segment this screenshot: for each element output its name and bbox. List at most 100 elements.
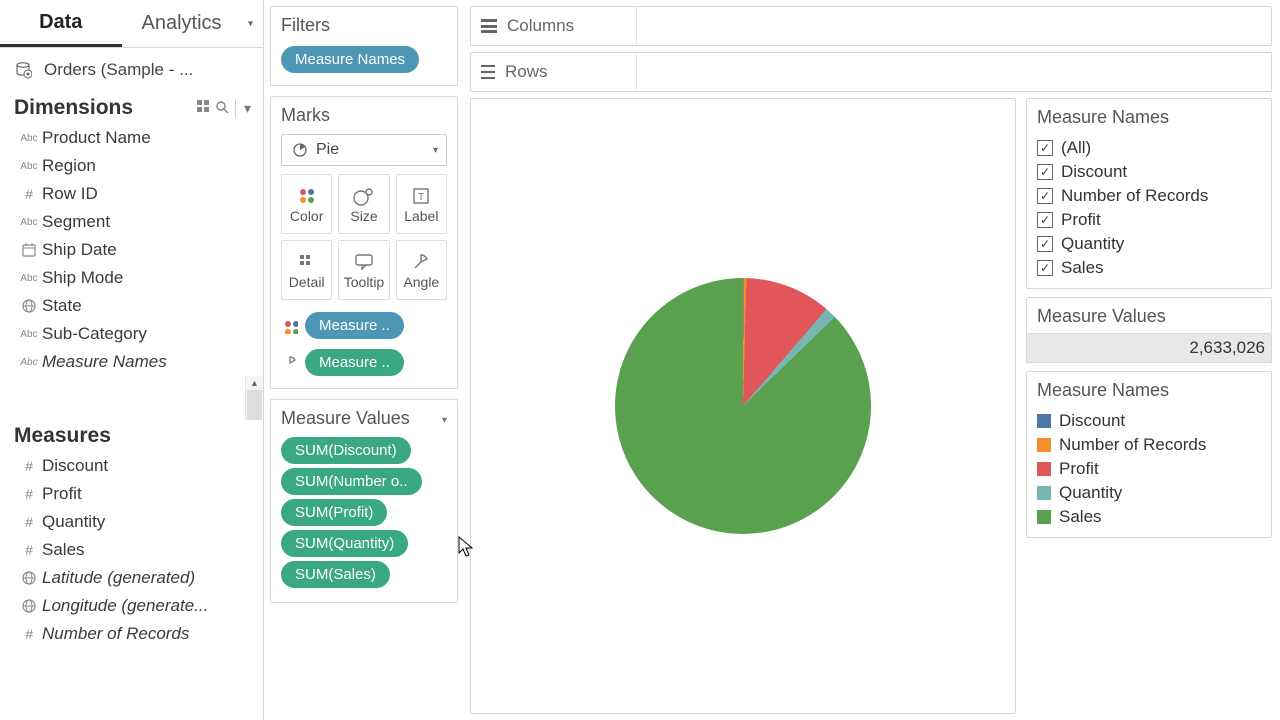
color-swatch: [1037, 438, 1051, 452]
dimensions-header: Dimensions: [14, 96, 197, 120]
dimension-field[interactable]: #Row ID: [0, 180, 263, 208]
scroll-thumb[interactable]: [247, 390, 262, 420]
field-type-icon: Abc: [16, 133, 42, 144]
view-grid-icon[interactable]: [197, 100, 209, 117]
filters-title: Filters: [281, 15, 447, 36]
measure-field[interactable]: #Sales: [0, 536, 263, 564]
field-type-icon: [16, 299, 42, 313]
color-icon: [297, 184, 317, 208]
columns-icon: [481, 19, 497, 33]
measure-value-pill[interactable]: SUM(Profit): [281, 499, 387, 526]
rows-icon: [481, 65, 495, 79]
measure-field[interactable]: #Quantity: [0, 508, 263, 536]
field-type-icon: #: [16, 186, 42, 202]
pie-icon: [292, 142, 308, 158]
mark-color-button[interactable]: Color: [281, 174, 332, 234]
dimension-field[interactable]: AbcMeasure Names: [0, 348, 263, 376]
color-swatch: [1037, 486, 1051, 500]
tab-data[interactable]: Data: [0, 0, 122, 47]
marks-title: Marks: [281, 105, 447, 126]
dimension-field[interactable]: AbcRegion: [0, 152, 263, 180]
field-type-icon: Abc: [16, 273, 42, 284]
field-type-icon: [16, 599, 42, 613]
dropdown-caret-icon: ▾: [248, 18, 253, 29]
svg-text:T: T: [418, 192, 424, 203]
mark-angle-button[interactable]: Angle: [396, 240, 447, 300]
mark-pill[interactable]: Measure ..: [305, 312, 404, 339]
measure-field[interactable]: #Profit: [0, 480, 263, 508]
filter-pill-measure-names[interactable]: Measure Names: [281, 46, 419, 73]
filter-checkbox-row[interactable]: ✓Number of Records: [1037, 184, 1261, 208]
label-icon: T: [412, 184, 430, 208]
legend-item[interactable]: Profit: [1037, 457, 1261, 481]
dimension-field[interactable]: AbcProduct Name: [0, 124, 263, 152]
measure-field[interactable]: Longitude (generate...: [0, 592, 263, 620]
field-type-icon: #: [16, 514, 42, 530]
measure-value-pill[interactable]: SUM(Sales): [281, 561, 390, 588]
main-area: Columns Rows Measure Names ✓(All)✓Discou…: [464, 0, 1280, 720]
legend-item[interactable]: Quantity: [1037, 481, 1261, 505]
legend-item[interactable]: Sales: [1037, 505, 1261, 529]
field-type-icon: Abc: [16, 161, 42, 172]
detail-icon: [298, 250, 316, 274]
filter-checkbox-row[interactable]: ✓Discount: [1037, 160, 1261, 184]
field-type-icon: Abc: [16, 329, 42, 340]
mark-label-button[interactable]: TLabel: [396, 174, 447, 234]
dimension-field[interactable]: State: [0, 292, 263, 320]
columns-shelf[interactable]: Columns: [470, 6, 1272, 46]
field-type-icon: [16, 571, 42, 585]
viz-canvas[interactable]: [470, 98, 1016, 714]
checkbox-icon: ✓: [1037, 260, 1053, 276]
dropdown-caret-icon[interactable]: ▾: [442, 415, 447, 426]
color-swatch: [1037, 414, 1051, 428]
dimension-field[interactable]: Ship Date: [0, 236, 263, 264]
field-type-icon: Abc: [16, 217, 42, 228]
filter-card-title: Measure Names: [1037, 107, 1261, 128]
filter-checkbox-row[interactable]: ✓Sales: [1037, 256, 1261, 280]
measure-value-pill[interactable]: SUM(Discount): [281, 437, 411, 464]
filter-checkbox-row[interactable]: ✓(All): [1037, 136, 1261, 160]
datasource-row[interactable]: Orders (Sample - ...: [0, 48, 263, 92]
size-icon: [353, 184, 375, 208]
mark-size-button[interactable]: Size: [338, 174, 389, 234]
checkbox-icon: ✓: [1037, 236, 1053, 252]
search-icon[interactable]: [215, 100, 229, 117]
mark-tooltip-button[interactable]: Tooltip: [338, 240, 389, 300]
filters-card: Filters Measure Names: [270, 6, 458, 86]
data-pane: Data Analytics ▾ Orders (Sample - ... Di…: [0, 0, 264, 720]
mark-pill[interactable]: Measure ..: [305, 349, 404, 376]
dimension-field[interactable]: AbcSub-Category: [0, 320, 263, 348]
scroll-up-icon[interactable]: ▲: [248, 376, 261, 390]
legend-title: Measure Names: [1037, 380, 1261, 401]
database-icon: [14, 61, 34, 79]
field-type-icon: #: [16, 626, 42, 642]
legend-item[interactable]: Discount: [1037, 409, 1261, 433]
measure-field[interactable]: #Number of Records: [0, 620, 263, 648]
rows-shelf[interactable]: Rows: [470, 52, 1272, 92]
mark-detail-button[interactable]: Detail: [281, 240, 332, 300]
tooltip-icon: [354, 250, 374, 274]
menu-caret-icon[interactable]: ▾: [235, 100, 251, 117]
dimension-field[interactable]: AbcSegment: [0, 208, 263, 236]
measure-field[interactable]: Latitude (generated): [0, 564, 263, 592]
tab-analytics[interactable]: Analytics ▾: [122, 0, 264, 47]
checkbox-icon: ✓: [1037, 140, 1053, 156]
filter-checkbox-row[interactable]: ✓Quantity: [1037, 232, 1261, 256]
measure-field[interactable]: #Discount: [0, 452, 263, 480]
filter-card-measure-names: Measure Names ✓(All)✓Discount✓Number of …: [1026, 98, 1272, 289]
cards-column: Filters Measure Names Marks Pie ▾ ColorS…: [264, 0, 464, 720]
angle-icon[interactable]: [281, 354, 299, 372]
filter-checkbox-row[interactable]: ✓Profit: [1037, 208, 1261, 232]
measure-value-pill[interactable]: SUM(Quantity): [281, 530, 408, 557]
color-swatch: [1037, 462, 1051, 476]
dimension-field[interactable]: AbcShip Mode: [0, 264, 263, 292]
color-icon[interactable]: [281, 317, 299, 335]
dimensions-scrollbar[interactable]: ▲ ▼: [245, 376, 263, 420]
measure-value-pill[interactable]: SUM(Number o..: [281, 468, 422, 495]
measure-values-title: Measure Values: [281, 408, 410, 429]
pie-chart: [615, 278, 871, 534]
mark-type-select[interactable]: Pie ▾: [281, 134, 447, 166]
marks-card: Marks Pie ▾ ColorSizeTLabel DetailTooltip…: [270, 96, 458, 389]
field-type-icon: #: [16, 542, 42, 558]
legend-item[interactable]: Number of Records: [1037, 433, 1261, 457]
